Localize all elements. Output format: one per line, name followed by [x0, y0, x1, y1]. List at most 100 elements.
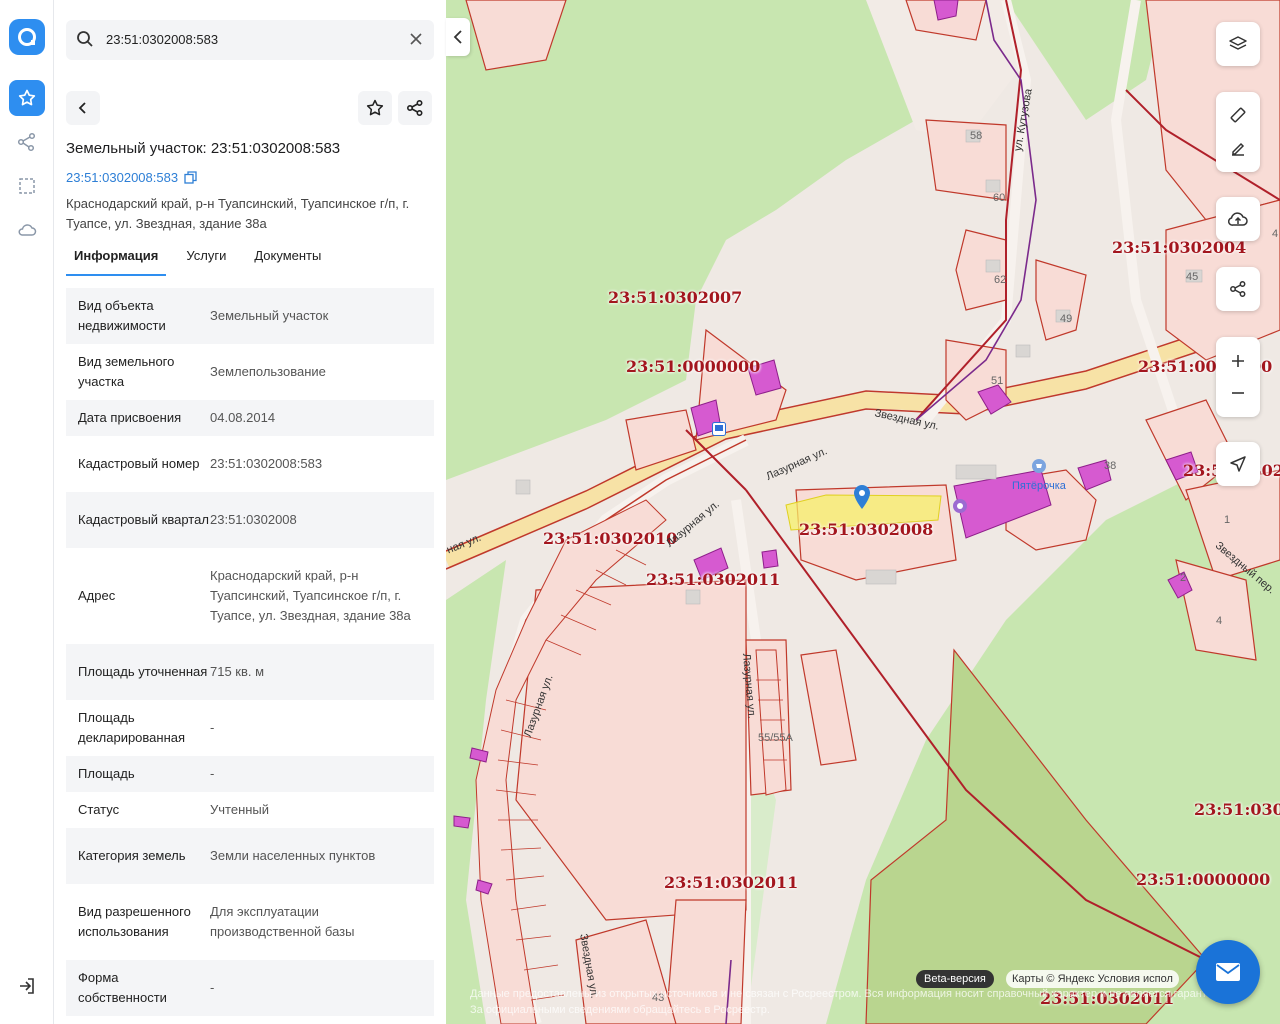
tools-group: [1216, 92, 1260, 172]
shop-poi-icon[interactable]: [1031, 458, 1047, 479]
table-row: Форма собственности -: [66, 960, 434, 1016]
zoom-in-icon[interactable]: [1230, 353, 1246, 369]
collapse-panel-button[interactable]: [446, 18, 470, 56]
row-key: Категория земель: [78, 848, 186, 863]
row-value: Землепользование: [210, 364, 326, 379]
quarter-label: 23:51:0302011: [664, 873, 799, 892]
row-value: -: [210, 720, 215, 735]
search-icon: [76, 30, 94, 53]
mail-icon: [1216, 963, 1240, 981]
table-row: Кадастровый квартал 23:51:0302008: [66, 492, 434, 548]
row-key: Вид земельного участка: [78, 354, 175, 389]
poi-label[interactable]: Пятёрочка: [1012, 480, 1066, 492]
house-number: 4: [1216, 615, 1223, 627]
object-panel: 23:51:0302008:583 Земельный участок: 23:…: [54, 0, 446, 1024]
object-address: Краснодарский край, р-н Туапсинский, Туа…: [66, 196, 410, 231]
cadastral-number-link[interactable]: 23:51:0302008:583: [66, 170, 197, 185]
geolocation-button[interactable]: [1216, 442, 1260, 486]
row-value: -: [210, 980, 215, 995]
row-value: Земельный участок: [210, 308, 329, 323]
page-title: Земельный участок: 23:51:0302008:583: [66, 140, 341, 157]
house-number: 1: [1224, 514, 1231, 526]
layers-icon: [1229, 36, 1247, 50]
row-key: Кадастровый квартал: [78, 512, 209, 527]
add-favorite-button[interactable]: [358, 91, 392, 125]
table-row: Вид разрешенного использования Для эксплу…: [66, 884, 434, 960]
disclaimer-text: Данные предоставлены из открытых источни…: [470, 988, 1229, 1016]
clear-search-icon[interactable]: [408, 31, 424, 52]
quarter-label: 23:51:0000000: [626, 357, 761, 376]
house-number: 60: [993, 192, 1006, 204]
quarter-label: 23:51:0302010: [543, 529, 678, 548]
row-value: 23:51:0302008:583: [210, 456, 323, 471]
row-key: Адрес: [78, 588, 116, 603]
house-number: 62: [994, 274, 1007, 286]
bus-stop-icon[interactable]: [712, 422, 726, 441]
house-number: 38: [1104, 460, 1117, 472]
tab-bar: Информация Услуги Документы: [66, 244, 434, 276]
row-value: Краснодарский край, р-н Туапсинский, Туа…: [210, 568, 411, 623]
upload-button[interactable]: [1216, 197, 1260, 241]
table-row: Вид земельного участка Землепользование: [66, 344, 434, 400]
row-key: Статус: [78, 802, 120, 817]
zoom-out-icon[interactable]: [1230, 385, 1246, 401]
quarter-label: 23:51:0302011: [646, 570, 781, 589]
edit-icon[interactable]: [1229, 140, 1247, 158]
copy-icon: [184, 171, 197, 184]
row-value: Учтенный: [210, 802, 270, 817]
table-row: Категория земель Земли населенных пунктов: [66, 828, 434, 884]
house-number: 55/55А: [758, 732, 793, 744]
app-logo-icon[interactable]: [9, 19, 45, 55]
cadastral-number-text[interactable]: 23:51:0302008:583: [66, 170, 178, 185]
back-button[interactable]: [66, 91, 100, 125]
chevron-left-icon: [78, 102, 86, 114]
share-button[interactable]: [398, 91, 432, 125]
feedback-mail-button[interactable]: [1196, 940, 1260, 1004]
map-view[interactable]: 23:51:0302007 23:51:0000000 23:51:030200…: [446, 0, 1280, 1024]
area-select-icon[interactable]: [14, 173, 40, 199]
star-icon: [366, 99, 384, 116]
ruler-icon[interactable]: [1229, 106, 1247, 124]
row-key: Площадь декларированная: [78, 710, 186, 745]
table-row: Кадастровый номер 23:51:0302008:583: [66, 436, 434, 492]
row-key: Вид разрешенного использования: [78, 904, 191, 939]
row-value: 23:51:0302008: [210, 512, 297, 527]
route-icon[interactable]: [14, 129, 40, 155]
quarter-label: 23:51:0302007: [608, 288, 743, 307]
row-value: Для эксплуатации производственной базы: [210, 904, 355, 939]
row-value: 04.08.2014: [210, 410, 276, 425]
house-number: 45: [1186, 271, 1199, 283]
tab-documents[interactable]: Документы: [246, 244, 329, 276]
location-pin-icon[interactable]: [852, 484, 872, 515]
table-row: Площадь -: [66, 756, 434, 792]
chevron-left-icon: [453, 30, 462, 44]
favorites-icon[interactable]: [9, 80, 45, 116]
table-row: Площадь уточненная 715 кв. м: [66, 644, 434, 700]
layers-button[interactable]: [1216, 22, 1260, 66]
table-row: Дата присвоения 04.08.2014: [66, 400, 434, 436]
map-share-button[interactable]: [1216, 267, 1260, 311]
row-key: Кадастровый номер: [78, 456, 200, 471]
cloud-icon[interactable]: [14, 217, 40, 243]
table-row: Статус Учтенный: [66, 792, 434, 828]
quarter-label: 23:51:0302000: [1194, 800, 1280, 819]
tab-information[interactable]: Информация: [66, 244, 167, 276]
table-row: Адрес Краснодарский край, р-н Туапсинский…: [66, 548, 434, 644]
navigation-arrow-icon: [1230, 456, 1246, 472]
house-number: 51: [991, 375, 1004, 387]
login-icon[interactable]: [14, 973, 40, 999]
search-bar[interactable]: 23:51:0302008:583: [66, 20, 434, 60]
row-value: 715 кв. м: [210, 664, 265, 679]
purple-poi-icon[interactable]: [952, 498, 968, 519]
tab-services[interactable]: Услуги: [178, 244, 234, 276]
search-input[interactable]: 23:51:0302008:583: [106, 32, 218, 47]
row-key: Площадь уточненная: [78, 664, 208, 679]
quarter-label: 23:51:0000000: [1136, 870, 1271, 889]
left-rail: [0, 0, 54, 1024]
cloud-upload-icon: [1227, 212, 1248, 226]
house-number: 58: [970, 130, 983, 142]
share-icon: [1230, 281, 1246, 297]
table-row: Вид объекта недвижимости Земельный участо…: [66, 288, 434, 344]
house-number: 2: [1180, 572, 1187, 584]
row-value: Земли населенных пунктов: [210, 848, 376, 863]
